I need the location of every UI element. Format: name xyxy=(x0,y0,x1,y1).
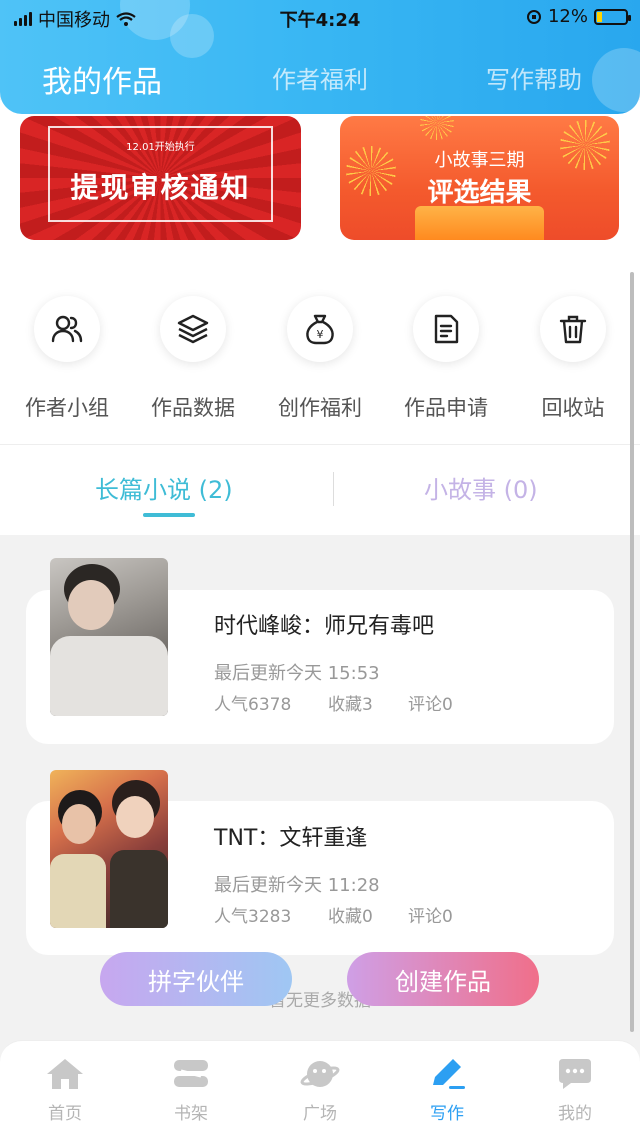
nav-label: 广场 xyxy=(303,1104,337,1124)
work-favorites: 收藏3 xyxy=(328,695,373,715)
nav-square[interactable]: 广场 xyxy=(270,1057,370,1124)
nav-home[interactable]: 首页 xyxy=(15,1057,115,1124)
nav-bookshelf[interactable]: 书架 xyxy=(141,1057,241,1124)
work-type-tabs: 长篇小说 (2) 小故事 (0) xyxy=(0,470,640,530)
action-label: 作品数据 xyxy=(151,396,235,420)
status-bar: 中国移动 下午4:24 12% xyxy=(0,0,640,34)
nav-label: 写作 xyxy=(430,1104,464,1124)
banner-story-results[interactable]: 小故事三期 评选结果 xyxy=(340,116,619,240)
scroll-content[interactable]: 12.01开始执行 提现审核通知 小故事三期 评选结果 作者小组 作品数据 ¥ … xyxy=(0,0,640,1040)
work-updated: 最后更新今天 15:53 xyxy=(214,663,380,684)
tab-active-indicator xyxy=(143,513,195,517)
nav-label: 我的 xyxy=(558,1104,592,1124)
work-comments: 评论0 xyxy=(408,695,453,715)
orientation-lock-icon xyxy=(526,9,541,24)
banner-subtitle: 小故事三期 xyxy=(434,150,525,171)
create-work-button[interactable]: 创建作品 xyxy=(347,952,539,1006)
cover-figure xyxy=(68,580,114,630)
tab-short-story[interactable]: 小故事 (0) xyxy=(424,470,538,505)
action-label: 创作福利 xyxy=(278,396,362,420)
battery-percent: 12% xyxy=(547,6,588,27)
cover-figure xyxy=(50,854,106,928)
bookshelf-icon xyxy=(174,1060,208,1087)
top-header: 中国移动 下午4:24 12% 我的作品 作者福利 写作帮助 xyxy=(0,0,640,114)
nav-label: 首页 xyxy=(48,1104,82,1124)
no-more-data-text: 暂无更多数据 xyxy=(269,991,371,1011)
work-favorites: 收藏0 xyxy=(328,907,373,927)
action-work-data[interactable]: 作品数据 xyxy=(133,296,253,422)
bottom-nav: 首页 书架 广场 写作 我的 xyxy=(0,1040,640,1138)
action-label: 作者小组 xyxy=(25,396,109,420)
banner-withdraw-notice[interactable]: 12.01开始执行 提现审核通知 xyxy=(20,116,301,240)
action-author-group[interactable]: 作者小组 xyxy=(7,296,127,422)
work-cover-image[interactable] xyxy=(50,770,168,928)
cover-figure xyxy=(50,636,168,716)
header-tabs: 我的作品 作者福利 写作帮助 xyxy=(0,60,640,100)
work-title[interactable]: 时代峰峻：师兄有毒吧 xyxy=(214,608,434,640)
stage-graphic xyxy=(415,206,544,240)
tab-author-welfare[interactable]: 作者福利 xyxy=(272,60,368,95)
battery-icon xyxy=(594,8,631,25)
firework-icon xyxy=(420,116,454,140)
quick-actions: 作者小组 作品数据 ¥ 创作福利 作品申请 回收站 xyxy=(0,296,640,426)
scrollbar[interactable] xyxy=(630,272,634,1032)
work-comments: 评论0 xyxy=(408,907,453,927)
planet-icon xyxy=(300,1061,340,1087)
cover-figure xyxy=(110,850,168,928)
tab-my-works[interactable]: 我的作品 xyxy=(42,57,162,101)
nav-write[interactable]: 写作 xyxy=(397,1057,497,1124)
action-recycle-bin[interactable]: 回收站 xyxy=(513,296,633,422)
home-icon xyxy=(47,1059,83,1089)
app-screen: 12.01开始执行 提现审核通知 小故事三期 评选结果 作者小组 作品数据 ¥ … xyxy=(0,0,640,1138)
document-icon xyxy=(413,296,479,362)
layers-icon xyxy=(160,296,226,362)
action-work-application[interactable]: 作品申请 xyxy=(386,296,506,422)
svg-text:¥: ¥ xyxy=(317,328,324,341)
group-icon xyxy=(34,296,100,362)
divider xyxy=(0,444,640,445)
banner-title: 评选结果 xyxy=(427,178,532,208)
tab-writing-help[interactable]: 写作帮助 xyxy=(486,60,582,95)
trash-icon xyxy=(540,296,606,362)
work-title[interactable]: TNT：文轩重逢 xyxy=(214,820,367,852)
banner-small-text: 12.01开始执行 xyxy=(126,142,195,153)
writing-partner-button[interactable]: 拼字伙伴 xyxy=(100,952,292,1006)
cover-figure xyxy=(62,804,96,844)
cover-figure xyxy=(116,796,154,838)
action-label: 回收站 xyxy=(541,396,605,420)
nav-mine[interactable]: 我的 xyxy=(525,1057,625,1124)
work-popularity: 人气3283 xyxy=(214,907,292,927)
banner-title: 提现审核通知 xyxy=(70,171,251,204)
pen-icon xyxy=(433,1059,465,1089)
money-bag-icon: ¥ xyxy=(287,296,353,362)
chat-icon xyxy=(559,1059,591,1089)
tab-separator xyxy=(333,472,334,506)
action-creation-welfare[interactable]: ¥ 创作福利 xyxy=(260,296,380,422)
work-popularity: 人气6378 xyxy=(214,695,292,715)
action-label: 作品申请 xyxy=(404,396,488,420)
work-updated: 最后更新今天 11:28 xyxy=(214,875,380,896)
work-cover-image[interactable] xyxy=(50,558,168,716)
tab-long-novel[interactable]: 长篇小说 (2) xyxy=(95,470,233,505)
nav-label: 书架 xyxy=(174,1104,208,1124)
